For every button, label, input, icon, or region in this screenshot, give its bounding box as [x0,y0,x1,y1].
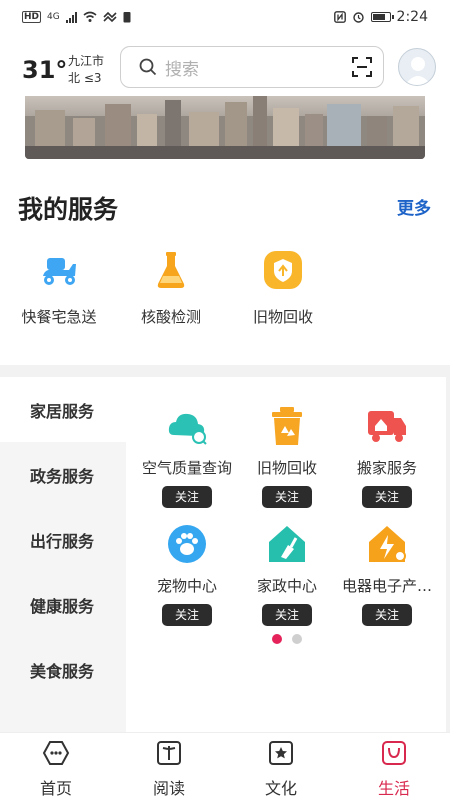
service-label: 核酸检测 [140,308,201,326]
tile-label: 空气质量查询 [141,459,232,477]
recycle-badge-icon [264,251,302,289]
tile-moving[interactable]: 搬家服务 关注 [337,405,437,508]
weather-wind: 北 ≤3 [68,71,102,85]
page-dot[interactable] [292,634,302,644]
battery-icon [370,12,394,22]
category-item-travel[interactable]: 出行服务 [0,507,126,572]
tile-pet-center[interactable]: 宠物中心 关注 [137,523,237,626]
avatar[interactable] [398,48,436,86]
network-type: 4G [47,12,60,22]
alert-battery-icon [123,12,131,23]
service-label: 旧物回收 [252,308,313,326]
nav-label: 生活 [377,779,410,798]
moving-truck-icon [368,411,406,442]
nav-item-culture[interactable]: 文化 [236,733,326,799]
my-services-title: 我的服务 [18,195,119,224]
home-icon [42,741,70,765]
flask-icon [157,252,185,288]
nav-label: 首页 [39,779,72,798]
scan-icon[interactable] [352,57,372,77]
tile-housekeeping[interactable]: 家政中心 关注 [237,523,337,626]
section-divider [0,365,450,377]
top-header: 31° 九江市 北 ≤3 搜索 [0,44,450,90]
nav-label: 文化 [264,779,297,798]
nav-label: 阅读 [152,779,185,798]
data-saver-icon [103,11,117,23]
category-item-food[interactable]: 美食服务 [0,637,126,702]
weather-temperature[interactable]: 31° [22,56,67,84]
power-house-icon [369,526,406,562]
city-skyline-image [25,96,425,159]
hd-icon: HD [22,11,42,23]
tile-label: 宠物中心 [156,577,217,595]
bag-icon [382,741,406,765]
nav-item-home[interactable]: 首页 [11,733,101,799]
tile-label: 搬家服务 [356,459,417,477]
clock: 2:24 [396,9,428,25]
recycle-bin-icon [272,407,302,445]
follow-button[interactable]: 关注 [362,604,412,626]
service-item-recycling[interactable]: 旧物回收 [228,250,338,327]
user-avatar-icon [405,57,431,85]
star-frame-icon [269,741,293,765]
tile-label: 家政中心 [256,577,317,595]
nav-item-reading[interactable]: 阅读 [124,733,214,799]
service-item-delivery[interactable]: 快餐宅急送 [4,250,114,327]
search-placeholder: 搜索 [165,59,199,80]
search-bar[interactable]: 搜索 [120,46,384,88]
tile-recycling[interactable]: 旧物回收 关注 [237,405,337,508]
follow-button[interactable]: 关注 [262,486,312,508]
signal-icon [65,11,77,23]
more-services-link[interactable]: 更多 [397,194,431,219]
category-sidebar: 家居服务 政务服务 出行服务 健康服务 美食服务 [0,377,126,732]
page-dot-active[interactable] [272,634,282,644]
cloud-search-icon [168,413,207,445]
app-screen: HD 4G 2:24 31° 九江市 北 ≤3 搜索 我的服务 更多 快餐宅急送… [0,0,450,800]
tile-electronics[interactable]: 电器电子产… 关注 [337,523,437,626]
paw-icon [168,525,206,563]
follow-button[interactable]: 关注 [362,486,412,508]
bottom-navigation: 首页 阅读 文化 生活 [0,732,450,800]
category-item-health[interactable]: 健康服务 [0,572,126,637]
weather-city[interactable]: 九江市 [68,52,104,69]
alarm-icon [352,12,364,23]
service-item-covid-test[interactable]: 核酸检测 [116,250,226,327]
category-content-blank [126,657,450,732]
book-icon [157,741,181,765]
scooter-icon [43,258,76,285]
nfc-icon [333,11,346,23]
tile-label: 电器电子产… [341,577,432,595]
service-label: 快餐宅急送 [21,308,97,326]
city-banner[interactable] [25,96,425,159]
status-bar: HD 4G 2:24 [0,0,450,34]
follow-button[interactable]: 关注 [262,604,312,626]
page-indicator [272,634,302,644]
content-edge [446,377,450,732]
search-icon [139,58,157,76]
follow-button[interactable]: 关注 [162,604,212,626]
follow-button[interactable]: 关注 [162,486,212,508]
category-item-home[interactable]: 家居服务 [0,377,126,442]
broom-house-icon [269,526,305,562]
wifi-icon [83,11,97,22]
tile-label: 旧物回收 [256,459,317,477]
nav-item-life[interactable]: 生活 [349,733,439,799]
tile-air-quality[interactable]: 空气质量查询 关注 [137,405,237,508]
category-item-government[interactable]: 政务服务 [0,442,126,507]
